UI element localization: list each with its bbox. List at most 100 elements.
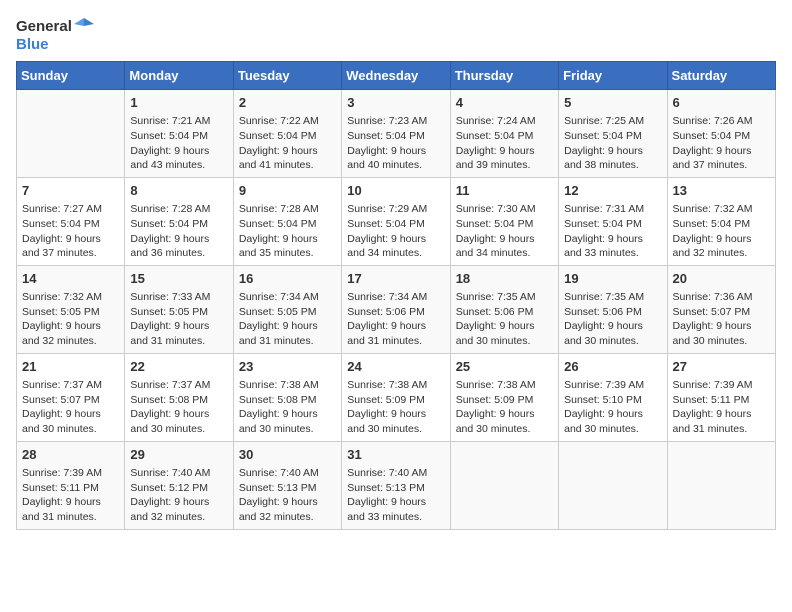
day-cell: 27 Sunrise: 7:39 AM Sunset: 5:11 PM Dayli… [667, 353, 775, 441]
day-cell: 1 Sunrise: 7:21 AM Sunset: 5:04 PM Daylig… [125, 90, 233, 178]
day-number: 26 [564, 358, 661, 376]
day-cell: 13Sunrise: 7:32 AM Sunset: 5:04 PM Dayli… [667, 177, 775, 265]
day-cell: 21Sunrise: 7:37 AM Sunset: 5:07 PM Dayli… [17, 353, 125, 441]
logo-general: General [16, 18, 72, 35]
day-number: 21 [22, 358, 119, 376]
page-header: General Blue [16, 16, 776, 53]
day-cell: 16 Sunrise: 7:34 AM Sunset: 5:05 PM Dayli… [233, 265, 341, 353]
day-cell: 8 Sunrise: 7:28 AM Sunset: 5:04 PM Daylig… [125, 177, 233, 265]
day-number: 14 [22, 270, 119, 288]
day-info: Sunrise: 7:27 AM Sunset: 5:04 PM Dayligh… [22, 202, 119, 261]
day-number: 28 [22, 446, 119, 464]
day-number: 25 [456, 358, 553, 376]
day-info: Sunrise: 7:22 AM Sunset: 5:04 PM Dayligh… [239, 114, 336, 173]
day-number: 20 [673, 270, 770, 288]
day-cell [17, 90, 125, 178]
day-number: 5 [564, 94, 661, 112]
day-info: Sunrise: 7:34 AM Sunset: 5:06 PM Dayligh… [347, 290, 444, 349]
day-number: 23 [239, 358, 336, 376]
logo: General Blue [16, 16, 94, 53]
header-cell-wednesday: Wednesday [342, 62, 450, 90]
week-row-0: 1 Sunrise: 7:21 AM Sunset: 5:04 PM Daylig… [17, 90, 776, 178]
day-cell [450, 441, 558, 529]
day-cell: 14Sunrise: 7:32 AM Sunset: 5:05 PM Dayli… [17, 265, 125, 353]
day-number: 27 [673, 358, 770, 376]
day-number: 9 [239, 182, 336, 200]
day-cell: 24 Sunrise: 7:38 AM Sunset: 5:09 PM Dayli… [342, 353, 450, 441]
day-cell: 3 Sunrise: 7:23 AM Sunset: 5:04 PM Daylig… [342, 90, 450, 178]
header-cell-thursday: Thursday [450, 62, 558, 90]
logo-blue: Blue [16, 36, 49, 53]
day-number: 29 [130, 446, 227, 464]
calendar-body: 1 Sunrise: 7:21 AM Sunset: 5:04 PM Daylig… [17, 90, 776, 530]
day-cell: 15 Sunrise: 7:33 AM Sunset: 5:05 PM Dayli… [125, 265, 233, 353]
day-cell: 26Sunrise: 7:39 AM Sunset: 5:10 PM Dayli… [559, 353, 667, 441]
day-number: 3 [347, 94, 444, 112]
day-info: Sunrise: 7:28 AM Sunset: 5:04 PM Dayligh… [239, 202, 336, 261]
day-info: Sunrise: 7:35 AM Sunset: 5:06 PM Dayligh… [564, 290, 661, 349]
header-cell-friday: Friday [559, 62, 667, 90]
day-cell: 5Sunrise: 7:25 AM Sunset: 5:04 PM Daylig… [559, 90, 667, 178]
day-info: Sunrise: 7:38 AM Sunset: 5:09 PM Dayligh… [456, 378, 553, 437]
header-cell-monday: Monday [125, 62, 233, 90]
day-cell: 29 Sunrise: 7:40 AM Sunset: 5:12 PM Dayli… [125, 441, 233, 529]
week-row-4: 28Sunrise: 7:39 AM Sunset: 5:11 PM Dayli… [17, 441, 776, 529]
day-info: Sunrise: 7:40 AM Sunset: 5:13 PM Dayligh… [347, 466, 444, 525]
day-info: Sunrise: 7:39 AM Sunset: 5:11 PM Dayligh… [673, 378, 770, 437]
day-cell: 2 Sunrise: 7:22 AM Sunset: 5:04 PM Daylig… [233, 90, 341, 178]
day-info: Sunrise: 7:38 AM Sunset: 5:09 PM Dayligh… [347, 378, 444, 437]
header-row: SundayMondayTuesdayWednesdayThursdayFrid… [17, 62, 776, 90]
day-info: Sunrise: 7:21 AM Sunset: 5:04 PM Dayligh… [130, 114, 227, 173]
day-number: 8 [130, 182, 227, 200]
day-cell: 22 Sunrise: 7:37 AM Sunset: 5:08 PM Dayli… [125, 353, 233, 441]
day-number: 4 [456, 94, 553, 112]
day-info: Sunrise: 7:36 AM Sunset: 5:07 PM Dayligh… [673, 290, 770, 349]
day-number: 17 [347, 270, 444, 288]
logo-bird-icon [74, 16, 94, 36]
day-info: Sunrise: 7:30 AM Sunset: 5:04 PM Dayligh… [456, 202, 553, 261]
day-number: 7 [22, 182, 119, 200]
day-info: Sunrise: 7:24 AM Sunset: 5:04 PM Dayligh… [456, 114, 553, 173]
day-info: Sunrise: 7:34 AM Sunset: 5:05 PM Dayligh… [239, 290, 336, 349]
day-info: Sunrise: 7:35 AM Sunset: 5:06 PM Dayligh… [456, 290, 553, 349]
week-row-2: 14Sunrise: 7:32 AM Sunset: 5:05 PM Dayli… [17, 265, 776, 353]
day-cell: 19 Sunrise: 7:35 AM Sunset: 5:06 PM Dayli… [559, 265, 667, 353]
day-number: 19 [564, 270, 661, 288]
day-cell: 4 Sunrise: 7:24 AM Sunset: 5:04 PM Daylig… [450, 90, 558, 178]
day-cell: 6Sunrise: 7:26 AM Sunset: 5:04 PM Daylig… [667, 90, 775, 178]
day-info: Sunrise: 7:31 AM Sunset: 5:04 PM Dayligh… [564, 202, 661, 261]
day-cell: 9 Sunrise: 7:28 AM Sunset: 5:04 PM Daylig… [233, 177, 341, 265]
day-cell: 31Sunrise: 7:40 AM Sunset: 5:13 PM Dayli… [342, 441, 450, 529]
calendar-table: SundayMondayTuesdayWednesdayThursdayFrid… [16, 61, 776, 530]
day-number: 6 [673, 94, 770, 112]
day-number: 11 [456, 182, 553, 200]
day-number: 16 [239, 270, 336, 288]
day-cell [667, 441, 775, 529]
day-number: 10 [347, 182, 444, 200]
day-info: Sunrise: 7:37 AM Sunset: 5:08 PM Dayligh… [130, 378, 227, 437]
day-info: Sunrise: 7:23 AM Sunset: 5:04 PM Dayligh… [347, 114, 444, 173]
day-number: 22 [130, 358, 227, 376]
header-cell-sunday: Sunday [17, 62, 125, 90]
calendar-header: SundayMondayTuesdayWednesdayThursdayFrid… [17, 62, 776, 90]
header-cell-saturday: Saturday [667, 62, 775, 90]
day-cell [559, 441, 667, 529]
day-number: 12 [564, 182, 661, 200]
week-row-3: 21Sunrise: 7:37 AM Sunset: 5:07 PM Dayli… [17, 353, 776, 441]
day-number: 2 [239, 94, 336, 112]
day-cell: 25 Sunrise: 7:38 AM Sunset: 5:09 PM Dayli… [450, 353, 558, 441]
day-cell: 7 Sunrise: 7:27 AM Sunset: 5:04 PM Daylig… [17, 177, 125, 265]
day-info: Sunrise: 7:40 AM Sunset: 5:12 PM Dayligh… [130, 466, 227, 525]
day-number: 15 [130, 270, 227, 288]
header-cell-tuesday: Tuesday [233, 62, 341, 90]
day-cell: 20 Sunrise: 7:36 AM Sunset: 5:07 PM Dayli… [667, 265, 775, 353]
day-info: Sunrise: 7:33 AM Sunset: 5:05 PM Dayligh… [130, 290, 227, 349]
day-info: Sunrise: 7:29 AM Sunset: 5:04 PM Dayligh… [347, 202, 444, 261]
day-number: 13 [673, 182, 770, 200]
day-number: 18 [456, 270, 553, 288]
day-cell: 28Sunrise: 7:39 AM Sunset: 5:11 PM Dayli… [17, 441, 125, 529]
day-number: 24 [347, 358, 444, 376]
day-info: Sunrise: 7:38 AM Sunset: 5:08 PM Dayligh… [239, 378, 336, 437]
day-info: Sunrise: 7:28 AM Sunset: 5:04 PM Dayligh… [130, 202, 227, 261]
day-number: 1 [130, 94, 227, 112]
